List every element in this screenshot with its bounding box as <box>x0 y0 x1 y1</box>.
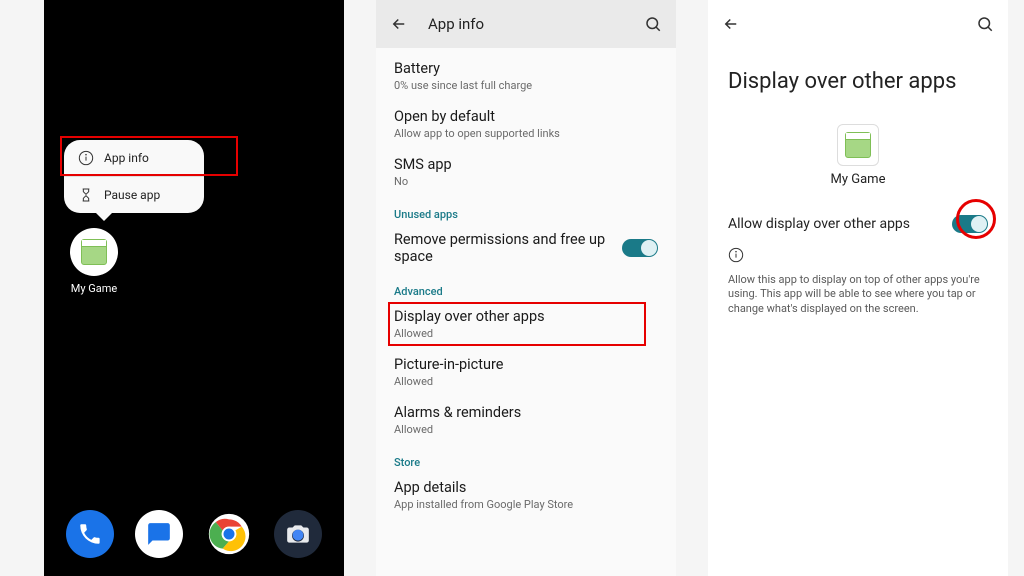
display-over-apps-screen: Display over other apps My Game Allow di… <box>708 0 1008 576</box>
row-battery[interactable]: Battery 0% use since last full charge <box>376 52 676 100</box>
row-title: Display over other apps <box>394 308 658 325</box>
row-title: Remove permissions and free up space <box>394 231 612 265</box>
toggle-label: Allow display over other apps <box>728 216 940 232</box>
messages-icon[interactable] <box>135 510 183 558</box>
row-title: Open by default <box>394 108 658 125</box>
header-store: Store <box>376 444 676 471</box>
row-sub: App installed from Google Play Store <box>394 498 658 511</box>
row-open-default[interactable]: Open by default Allow app to open suppor… <box>376 100 676 148</box>
home-app-mygame[interactable]: My Game <box>58 228 130 295</box>
row-pip[interactable]: Picture-in-picture Allowed <box>376 348 676 396</box>
row-display-over-apps[interactable]: Display over other apps Allowed <box>376 300 676 348</box>
dock <box>44 510 344 558</box>
row-sub: Allowed <box>394 423 658 436</box>
permission-row: Allow display over other apps <box>708 197 1008 241</box>
row-remove-permissions[interactable]: Remove permissions and free up space <box>376 223 676 273</box>
app-info-menu-item[interactable]: App info <box>64 140 204 176</box>
row-sub: Allowed <box>394 375 658 388</box>
back-icon[interactable] <box>722 15 740 33</box>
app-info-label: App info <box>104 151 149 165</box>
app-icon <box>70 228 118 276</box>
pause-app-label: Pause app <box>104 188 160 202</box>
settings-list: Battery 0% use since last full charge Op… <box>376 48 676 519</box>
back-icon[interactable] <box>390 15 408 33</box>
chrome-icon[interactable] <box>205 510 253 558</box>
info-icon <box>708 241 1008 267</box>
pause-app-menu-item[interactable]: Pause app <box>64 176 204 213</box>
long-press-popup: App info Pause app <box>64 140 204 213</box>
row-title: Picture-in-picture <box>394 356 658 373</box>
row-sub: Allowed <box>394 327 658 340</box>
app-name: My Game <box>708 172 1008 187</box>
description: Allow this app to display on top of othe… <box>708 267 1008 324</box>
row-title: Alarms & reminders <box>394 404 658 421</box>
page-title: App info <box>428 15 484 33</box>
topbar <box>708 0 1008 48</box>
app-info-screen: App info Battery 0% use since last full … <box>376 0 676 576</box>
toggle-remove-permissions[interactable] <box>622 239 658 257</box>
home-screen: App info Pause app My Game <box>44 0 344 576</box>
row-title: Battery <box>394 60 658 77</box>
header-unused: Unused apps <box>376 196 676 223</box>
row-title: SMS app <box>394 156 658 173</box>
popup-tail <box>94 211 114 221</box>
row-sub: No <box>394 175 658 188</box>
page-title: Display over other apps <box>708 48 1008 96</box>
row-sub: 0% use since last full charge <box>394 79 658 92</box>
row-alarms[interactable]: Alarms & reminders Allowed <box>376 396 676 444</box>
app-block: My Game <box>708 124 1008 187</box>
row-sms[interactable]: SMS app No <box>376 148 676 196</box>
row-sub: Allow app to open supported links <box>394 127 658 140</box>
hourglass-icon <box>78 187 94 203</box>
search-icon[interactable] <box>976 15 994 33</box>
topbar: App info <box>376 0 676 48</box>
camera-icon[interactable] <box>274 510 322 558</box>
info-icon <box>78 150 94 166</box>
toggle-allow-display-over[interactable] <box>952 215 988 233</box>
header-advanced: Advanced <box>376 273 676 300</box>
search-icon[interactable] <box>644 15 662 33</box>
row-app-details[interactable]: App details App installed from Google Pl… <box>376 471 676 519</box>
row-title: App details <box>394 479 658 496</box>
phone-icon[interactable] <box>66 510 114 558</box>
app-icon <box>837 124 879 166</box>
app-label: My Game <box>58 282 130 295</box>
